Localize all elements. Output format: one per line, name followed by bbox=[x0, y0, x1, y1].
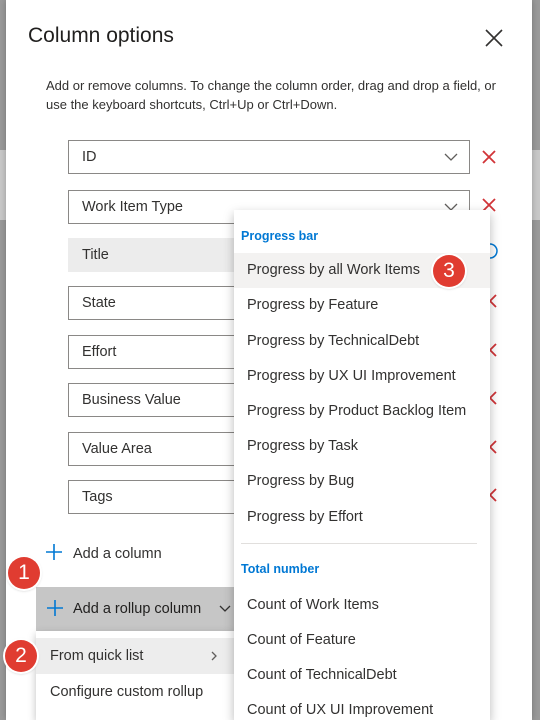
menu-item-label: Progress by Feature bbox=[247, 297, 379, 313]
menu-item-label: From quick list bbox=[50, 648, 144, 664]
chevron-down-icon bbox=[219, 605, 231, 612]
menu-item-label: Count of UX UI Improvement bbox=[247, 702, 434, 718]
remove-column-icon[interactable] bbox=[488, 438, 502, 456]
chevron-down-icon[interactable] bbox=[443, 150, 459, 164]
menu-item-label: Progress by Product Backlog Item bbox=[247, 403, 467, 419]
menu-item-label: Configure custom rollup bbox=[50, 684, 204, 700]
menu-item-label: Progress by UX UI Improvement bbox=[247, 368, 456, 384]
menu-item-label: Count of Work Items bbox=[247, 597, 379, 613]
menu-item-label: Progress by Bug bbox=[247, 473, 355, 489]
menu-item-configure-custom-rollup[interactable]: Configure custom rollup bbox=[36, 674, 236, 710]
menu-item-count-ux-ui-improvement[interactable]: Count of UX UI Improvement bbox=[234, 693, 490, 720]
callout-marker: 1 bbox=[8, 557, 40, 589]
info-icon[interactable] bbox=[488, 242, 502, 260]
remove-column-icon[interactable] bbox=[488, 292, 502, 310]
menu-item-progress-ux-ui-improvement[interactable]: Progress by UX UI Improvement bbox=[234, 359, 490, 394]
plus-icon bbox=[46, 544, 62, 560]
remove-column-icon[interactable] bbox=[488, 341, 502, 359]
menu-item-label: Progress by all Work Items bbox=[247, 262, 420, 278]
remove-column-icon[interactable] bbox=[488, 389, 502, 407]
add-column-label: Add a column bbox=[73, 546, 162, 562]
menu-item-label: Progress by Effort bbox=[247, 509, 363, 525]
menu-item-label: Count of Feature bbox=[247, 632, 356, 648]
menu-item-from-quick-list[interactable]: From quick list bbox=[36, 638, 236, 674]
menu-item-count-feature[interactable]: Count of Feature bbox=[234, 623, 490, 658]
chevron-right-icon bbox=[211, 651, 217, 661]
add-column-button[interactable]: Add a column bbox=[44, 540, 204, 568]
column-field-label: Title bbox=[82, 247, 109, 263]
menu-item-progress-feature[interactable]: Progress by Feature bbox=[234, 288, 490, 323]
menu-item-label: Progress by Task bbox=[247, 438, 358, 454]
column-field-label: Business Value bbox=[82, 392, 181, 408]
close-button[interactable] bbox=[480, 24, 508, 52]
rollup-menu: From quick list Configure custom rollup bbox=[36, 631, 236, 720]
menu-item-progress-effort[interactable]: Progress by Effort bbox=[234, 500, 490, 535]
menu-item-count-technicaldebt[interactable]: Count of TechnicalDebt bbox=[234, 658, 490, 693]
menu-item-label: Progress by TechnicalDebt bbox=[247, 333, 420, 349]
column-field-label: Effort bbox=[82, 344, 117, 360]
callout-marker: 2 bbox=[5, 640, 37, 672]
dialog-description: Add or remove columns. To change the col… bbox=[46, 78, 496, 112]
callout-marker: 3 bbox=[433, 255, 465, 287]
progress-bar-header: Progress bar bbox=[241, 229, 319, 243]
column-field-label: ID bbox=[82, 149, 97, 165]
menu-item-label: Count of TechnicalDebt bbox=[247, 667, 397, 683]
column-field-label: Tags bbox=[82, 489, 113, 505]
background-strip bbox=[532, 150, 540, 220]
menu-divider bbox=[241, 543, 477, 544]
column-field-label: Work Item Type bbox=[82, 199, 183, 215]
menu-item-progress-technicaldebt[interactable]: Progress by TechnicalDebt bbox=[234, 324, 490, 359]
plus-icon bbox=[47, 600, 63, 616]
menu-item-progress-product-backlog-item[interactable]: Progress by Product Backlog Item bbox=[234, 394, 490, 429]
add-rollup-column-button[interactable]: Add a rollup column bbox=[36, 587, 236, 631]
column-field-id[interactable]: ID bbox=[68, 140, 470, 174]
column-field-label: Value Area bbox=[82, 441, 152, 457]
menu-item-progress-bug[interactable]: Progress by Bug bbox=[234, 464, 490, 499]
column-field-label: State bbox=[82, 295, 116, 311]
remove-column-icon[interactable] bbox=[480, 148, 498, 166]
close-icon bbox=[485, 29, 503, 47]
total-number-header: Total number bbox=[241, 562, 320, 576]
remove-column-icon[interactable] bbox=[488, 486, 502, 504]
dialog-title: Column options bbox=[28, 24, 174, 47]
menu-item-progress-task[interactable]: Progress by Task bbox=[234, 429, 490, 464]
menu-item-count-work-items[interactable]: Count of Work Items bbox=[234, 588, 490, 623]
add-rollup-column-label: Add a rollup column bbox=[73, 601, 202, 617]
